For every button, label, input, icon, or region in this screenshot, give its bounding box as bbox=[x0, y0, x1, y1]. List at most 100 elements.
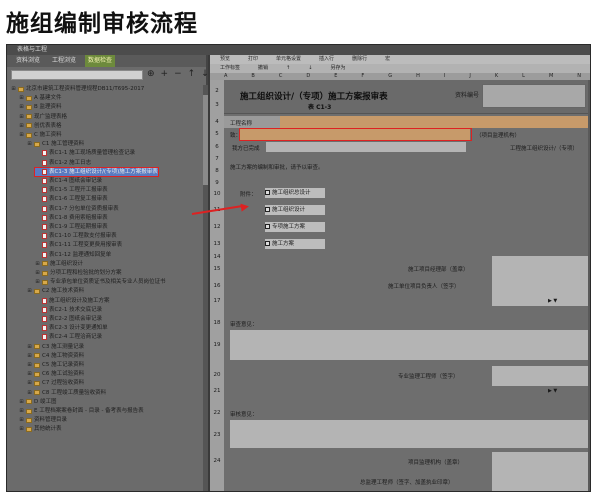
expand-toggle-icon[interactable]: ⊞ bbox=[35, 269, 40, 277]
tree-folder-item[interactable]: ⊞ C3 施工测量记录 bbox=[27, 343, 84, 351]
row-number[interactable]: 17 bbox=[210, 298, 224, 304]
tree-doc-item[interactable]: 表C1-8 费用索赔报审表 bbox=[35, 214, 108, 222]
office-sign-field[interactable] bbox=[492, 452, 588, 491]
expand-toggle-icon[interactable]: ⊞ bbox=[27, 352, 32, 360]
expand-toggle-icon[interactable]: ⊞ bbox=[19, 103, 24, 111]
column-header[interactable]: A bbox=[224, 73, 227, 80]
checkbox[interactable] bbox=[265, 241, 270, 246]
row-number[interactable]: 22 bbox=[210, 410, 224, 416]
option-cell[interactable]: 施工方案 bbox=[265, 239, 325, 249]
expand-toggle-icon[interactable]: ⊞ bbox=[27, 361, 32, 369]
completed-field[interactable] bbox=[266, 142, 466, 152]
row-number[interactable]: 20 bbox=[210, 372, 224, 378]
row-number[interactable]: 2 bbox=[210, 88, 224, 94]
tree-doc-item[interactable]: 表C1-3 施工组织设计/(专项)施工方案报审表 bbox=[34, 166, 159, 177]
form-scrollbar[interactable] bbox=[588, 80, 590, 491]
option-cell[interactable]: 施工组织设计 bbox=[265, 205, 325, 215]
expand-toggle-icon[interactable]: ⊞ bbox=[27, 379, 32, 387]
tree-doc-item[interactable]: 表C1-2 施工日志 bbox=[35, 159, 91, 167]
toolbar-button[interactable]: 工作标签 bbox=[220, 64, 240, 73]
tree-folder-item[interactable]: ⊞ A 基建文件 bbox=[19, 94, 61, 102]
column-header[interactable]: I bbox=[444, 73, 445, 80]
column-header[interactable]: G bbox=[388, 73, 392, 80]
expand-toggle-icon[interactable]: ⊞ bbox=[11, 85, 16, 93]
expand-toggle-icon[interactable]: ⊞ bbox=[35, 278, 40, 286]
expand-toggle-icon[interactable]: ⊞ bbox=[27, 370, 32, 378]
tree-doc-item[interactable]: 表C1-11 工程变更费用报审表 bbox=[35, 241, 122, 249]
tree-folder-item[interactable]: ⊞ 创优表表格 bbox=[19, 122, 61, 130]
row-number[interactable]: 23 bbox=[210, 432, 224, 438]
row-number[interactable]: 9 bbox=[210, 180, 224, 186]
move-up-icon[interactable]: ↑ bbox=[188, 68, 196, 80]
tree-folder-item[interactable]: ⊞ C5 施工记录资料 bbox=[27, 361, 84, 369]
expand-toggle-icon[interactable]: ⊞ bbox=[35, 260, 40, 268]
column-header[interactable]: D bbox=[306, 73, 310, 80]
column-header[interactable]: H bbox=[416, 73, 420, 80]
toolbar-button[interactable]: 另存为 bbox=[330, 64, 345, 73]
option-cell[interactable]: 专项施工方案 bbox=[265, 222, 325, 232]
option-cell[interactable]: 施工组织总设计 bbox=[265, 188, 325, 198]
checkbox[interactable] bbox=[265, 207, 270, 212]
expand-toggle-icon[interactable]: ⊞ bbox=[19, 94, 24, 102]
toolbar-button[interactable]: 撤销 bbox=[258, 64, 268, 73]
tree-folder-item[interactable]: ⊞ C7 过程验收资料 bbox=[27, 379, 84, 387]
tab-project-browse[interactable]: 工程浏览 bbox=[49, 55, 79, 67]
checkbox[interactable] bbox=[265, 224, 270, 229]
tree-folder-item[interactable]: ⊞ 专业承包单位资质证书及相关专业人员岗位证书 bbox=[35, 278, 165, 286]
row-number[interactable]: 16 bbox=[210, 283, 224, 289]
tree-folder-item[interactable]: ⊞ C1 施工管理资料 bbox=[27, 140, 84, 148]
review-field[interactable] bbox=[230, 330, 588, 360]
tree-doc-item[interactable]: 表C2-3 设计变更通知单 bbox=[35, 324, 108, 332]
row-number[interactable]: 19 bbox=[210, 342, 224, 348]
tree-doc-item[interactable]: 表C2-2 图纸会审记录 bbox=[35, 315, 102, 323]
tab-data-check[interactable]: 数据检查 bbox=[85, 55, 116, 67]
expand-toggle-icon[interactable]: ⊞ bbox=[19, 416, 24, 424]
row-number[interactable]: 18 bbox=[210, 320, 224, 326]
signature-field[interactable] bbox=[492, 256, 588, 306]
row-number[interactable]: 14 bbox=[210, 254, 224, 260]
add-icon[interactable]: + bbox=[161, 68, 169, 80]
expand-toggle-icon[interactable]: ⊞ bbox=[27, 140, 32, 148]
column-header[interactable]: C bbox=[279, 73, 283, 80]
search-icon[interactable]: ⊕ bbox=[147, 68, 155, 80]
tree-folder-item[interactable]: ⊞ 资料管理目录 bbox=[19, 416, 67, 424]
nav-arrows[interactable]: ▶ ▼ bbox=[548, 388, 557, 394]
tree-folder-item[interactable]: ⊞ D 竣工图 bbox=[19, 398, 56, 406]
column-header[interactable]: K bbox=[495, 73, 498, 80]
row-number[interactable]: 7 bbox=[210, 156, 224, 162]
toolbar-button[interactable]: 单元格设置 bbox=[276, 55, 301, 64]
remove-icon[interactable]: − bbox=[174, 68, 182, 80]
expand-toggle-icon[interactable]: ⊞ bbox=[19, 122, 24, 130]
toolbar-button[interactable]: 预览 bbox=[220, 55, 230, 64]
expand-toggle-icon[interactable]: ⊞ bbox=[19, 398, 24, 406]
tree-folder-item[interactable]: ⊞ C8 工程竣工质量验收资料 bbox=[27, 389, 106, 397]
row-number[interactable]: 10 bbox=[210, 191, 224, 197]
row-number[interactable]: 3 bbox=[210, 102, 224, 108]
column-header[interactable]: N bbox=[577, 73, 581, 80]
row-number[interactable]: 12 bbox=[210, 224, 224, 230]
tree-folder-item[interactable]: ⊞ C4 施工物资资料 bbox=[27, 352, 84, 360]
expand-toggle-icon[interactable]: ⊞ bbox=[27, 389, 32, 397]
tree-folder-item[interactable]: ⊞ C2 施工技术资料 bbox=[27, 287, 84, 295]
tree-folder-item[interactable]: ⊞ 其他统计表 bbox=[19, 425, 61, 433]
toolbar-button[interactable]: ↓ bbox=[308, 64, 312, 73]
row-number[interactable]: 6 bbox=[210, 144, 224, 150]
expand-toggle-icon[interactable]: ⊞ bbox=[19, 407, 24, 415]
column-header[interactable]: B bbox=[251, 73, 254, 80]
column-header[interactable]: L bbox=[522, 73, 525, 80]
expand-toggle-icon[interactable]: ⊞ bbox=[27, 343, 32, 351]
nav-arrows[interactable]: ▶ ▼ bbox=[548, 298, 557, 304]
scrollbar-thumb[interactable] bbox=[203, 95, 208, 185]
column-header[interactable]: E bbox=[334, 73, 337, 80]
tree-folder-item[interactable]: ⊞ E 工程档案案卷封面 - 目录 - 备考表与报告表 bbox=[19, 407, 143, 415]
tree-doc-item[interactable]: 表C1-1 施工现场质量管理检查记录 bbox=[35, 149, 135, 157]
expand-toggle-icon[interactable]: ⊞ bbox=[19, 113, 24, 121]
supervisor-sign-field[interactable] bbox=[492, 366, 588, 386]
tree-scrollbar[interactable] bbox=[203, 85, 208, 491]
tree-folder-item[interactable]: ⊞ C6 施工试验资料 bbox=[27, 370, 84, 378]
row-number[interactable]: 24 bbox=[210, 458, 224, 464]
file-no-field[interactable] bbox=[482, 84, 586, 108]
tree-folder-item[interactable]: ⊞ 北京市建筑工程资料管理规程DB11/T695-2017 bbox=[11, 85, 144, 93]
tree-doc-item[interactable]: 表C1-6 工程复工报审表 bbox=[35, 195, 108, 203]
toolbar-button[interactable]: 打印 bbox=[248, 55, 258, 64]
